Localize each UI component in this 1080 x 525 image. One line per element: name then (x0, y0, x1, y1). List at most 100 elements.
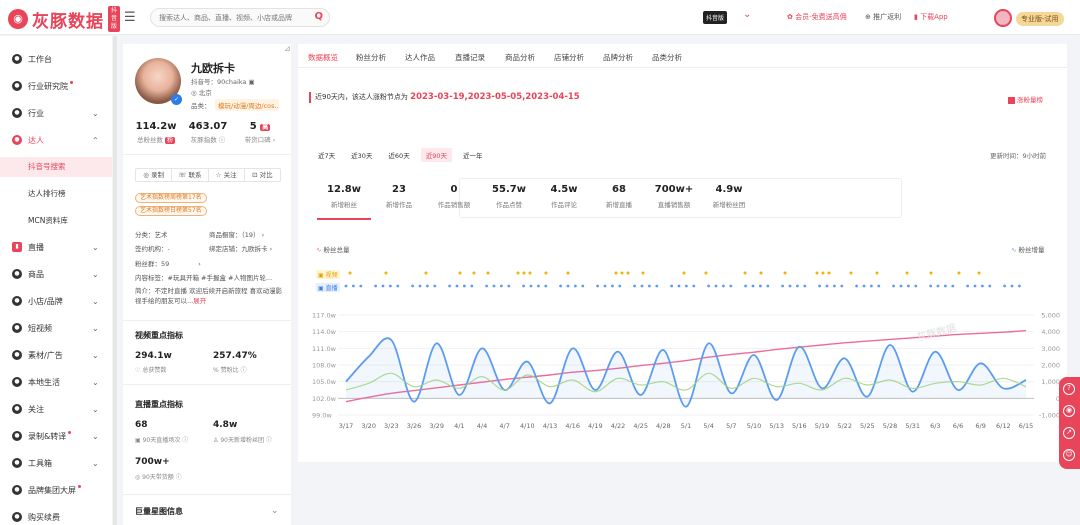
logo[interactable]: ◉ 灰豚数据 抖音版 (8, 6, 120, 32)
promo-link[interactable]: ⊕ 推广返利 (865, 12, 901, 22)
live-marker[interactable] (981, 284, 984, 288)
live-marker[interactable] (803, 284, 807, 288)
live-marker[interactable] (381, 284, 385, 288)
video-marker[interactable] (875, 271, 879, 275)
video-marker[interactable] (849, 271, 853, 275)
service-icon[interactable]: ◉ (1063, 405, 1075, 417)
live-marker[interactable] (714, 284, 718, 288)
live-marker[interactable] (899, 284, 903, 288)
video-marker[interactable] (626, 271, 630, 275)
tab-categories[interactable]: 品类分析 (652, 52, 682, 63)
live-marker[interactable] (692, 284, 696, 288)
live-marker[interactable] (677, 284, 681, 288)
video-marker[interactable] (566, 271, 570, 275)
search-icon[interactable]: Q (314, 11, 323, 22)
live-marker[interactable] (566, 284, 570, 288)
sidebar-item-record[interactable]: ● 录制&转译 ⌄ (0, 426, 112, 446)
video-marker[interactable] (821, 271, 825, 275)
live-marker[interactable] (966, 284, 969, 288)
tab-live-records[interactable]: 直播记录 (455, 52, 485, 63)
live-marker[interactable] (855, 284, 858, 288)
video-marker[interactable] (348, 271, 352, 275)
video-marker[interactable] (544, 271, 548, 275)
record-button[interactable]: ◎ 录制 (136, 169, 173, 181)
legend-fan-increment[interactable]: ∿ 粉丝增量 (1011, 244, 1045, 254)
live-marker[interactable] (892, 284, 895, 288)
live-marker[interactable] (870, 284, 873, 288)
live-marker[interactable] (951, 284, 955, 288)
tab-fans[interactable]: 粉丝分析 (356, 52, 386, 63)
sidebar-subitem-mcn[interactable]: MCN资料库 (0, 211, 112, 231)
live-marker[interactable] (840, 284, 844, 288)
sidebar-item-live[interactable]: ▮ 直播 ⌄ (0, 237, 112, 257)
video-marker[interactable] (458, 271, 462, 275)
live-marker[interactable] (389, 284, 392, 288)
live-marker[interactable] (633, 284, 636, 288)
live-marker[interactable] (618, 284, 622, 288)
video-marker[interactable] (929, 271, 933, 275)
metric-card[interactable]: 68 新增直播 (592, 184, 646, 220)
live-marker[interactable] (936, 284, 940, 288)
copy-icon[interactable]: ▣ (248, 78, 254, 86)
live-marker[interactable] (973, 284, 977, 288)
video-marker[interactable] (486, 271, 490, 275)
user-avatar[interactable] (994, 9, 1012, 27)
tab-brands[interactable]: 品牌分析 (603, 52, 633, 63)
live-marker[interactable] (722, 284, 725, 288)
metric-card[interactable]: 4.9w 新增粉丝团 (702, 184, 756, 220)
live-marker[interactable] (640, 284, 644, 288)
live-marker[interactable] (603, 284, 607, 288)
sidebar-item-toolbox[interactable]: ● 工具箱 ⌄ (0, 453, 112, 473)
live-marker[interactable] (907, 284, 910, 288)
live-marker[interactable] (463, 284, 466, 288)
live-marker[interactable] (707, 284, 710, 288)
live-marker[interactable] (411, 284, 414, 288)
live-marker[interactable] (1003, 284, 1006, 288)
live-marker[interactable] (685, 284, 688, 288)
live-marker[interactable] (648, 284, 651, 288)
live-marker[interactable] (729, 284, 733, 288)
live-marker[interactable] (751, 284, 755, 288)
video-marker[interactable] (528, 271, 532, 275)
video-marker[interactable] (827, 271, 831, 275)
live-marker[interactable] (500, 284, 503, 288)
info-fan-group[interactable]: 粉丝群：59 › (135, 258, 201, 268)
sidebar-item-workbench[interactable]: ● 工作台 (0, 49, 112, 69)
sidebar-item-video[interactable]: ● 短视频 ⌄ (0, 318, 112, 338)
video-marker[interactable] (641, 271, 645, 275)
live-marker[interactable] (574, 284, 577, 288)
live-marker[interactable] (655, 284, 659, 288)
live-marker[interactable] (670, 284, 673, 288)
tab-shops[interactable]: 店铺分析 (554, 52, 584, 63)
chevron-down-icon[interactable]: ⌄ (743, 9, 751, 20)
live-marker[interactable] (759, 284, 762, 288)
download-app-link[interactable]: ▮ 下载App (914, 12, 948, 22)
live-marker[interactable] (596, 284, 599, 288)
sidebar-subitem-douyin-search[interactable]: 抖音号搜索 (0, 157, 112, 177)
metric-card[interactable]: 23 新增作品 (372, 184, 426, 220)
live-marker[interactable] (766, 284, 770, 288)
live-marker[interactable] (433, 284, 437, 288)
member-link[interactable]: ✿ 会员-免费送高佣 (787, 12, 847, 22)
live-marker[interactable] (522, 284, 525, 288)
sidebar-item-influencer[interactable]: ● 达人 ⌃ (0, 130, 112, 150)
live-marker[interactable] (559, 284, 562, 288)
live-marker[interactable] (352, 284, 355, 288)
info-icon[interactable]: ⓘ (241, 367, 247, 374)
feedback-icon[interactable]: ☺ (1063, 449, 1075, 461)
sidebar-item-goods[interactable]: ● 商品 ⌄ (0, 264, 112, 284)
metric-card[interactable]: 55.7w 作品点赞 (482, 184, 536, 220)
live-marker[interactable] (396, 284, 400, 288)
star-map-section-title[interactable]: 巨量星图信息 (135, 506, 183, 517)
live-marker[interactable] (359, 284, 363, 288)
sidebar-scrollbar[interactable] (113, 36, 117, 525)
video-marker[interactable] (522, 271, 526, 275)
tab-works[interactable]: 达人作品 (405, 52, 435, 63)
tab-overview[interactable]: 数据概览 (308, 52, 338, 63)
live-marker[interactable] (818, 284, 821, 288)
live-marker[interactable] (1018, 284, 1021, 288)
sidebar-item-industry[interactable]: ● 行业 ⌄ (0, 103, 112, 123)
period-7d[interactable]: 近7天 (313, 148, 340, 162)
video-marker[interactable] (472, 271, 476, 275)
search-input[interactable] (151, 9, 301, 26)
